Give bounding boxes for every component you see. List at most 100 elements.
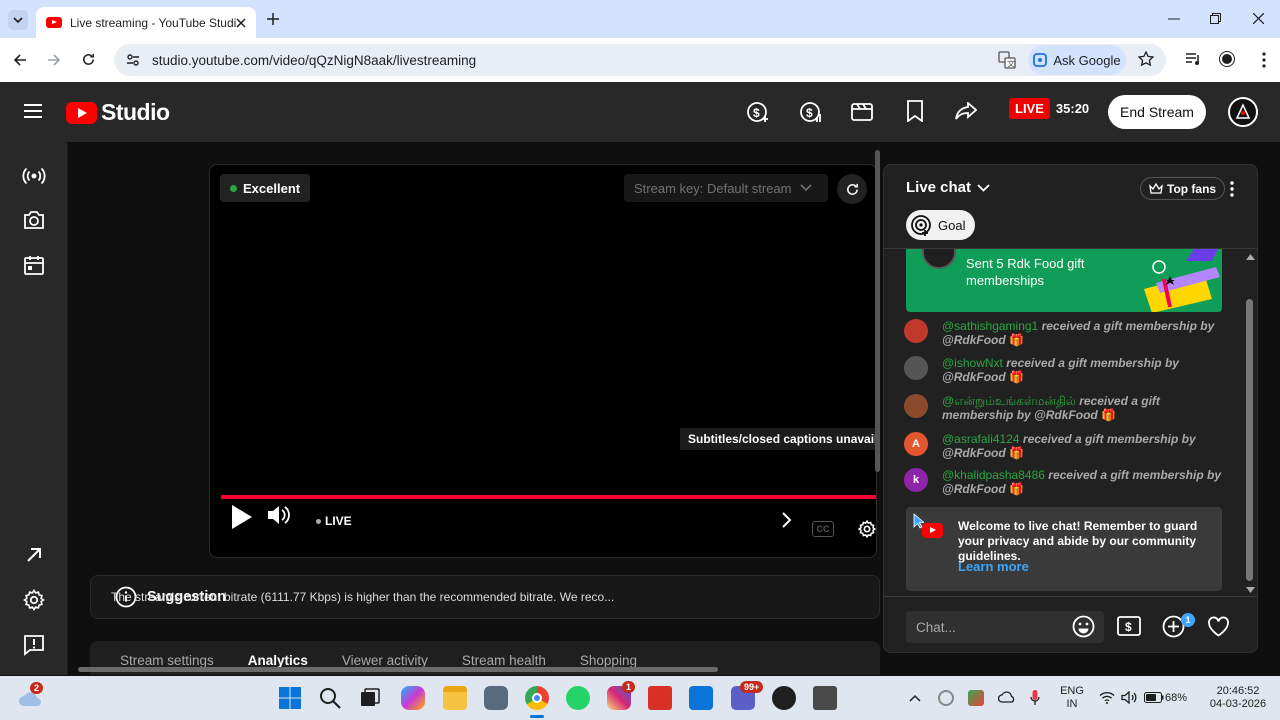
- battery-percent: 68%: [1165, 692, 1188, 704]
- chat-gifter-name[interactable]: @RdkFood: [942, 482, 1006, 496]
- battery-icon[interactable]: [1144, 692, 1164, 703]
- stream-key-select[interactable]: Stream key: Default stream: [624, 174, 828, 202]
- chrome-icon[interactable]: [525, 686, 549, 710]
- chat-scrollbar[interactable]: [1246, 299, 1253, 581]
- learn-more-link[interactable]: Learn more: [958, 559, 1029, 574]
- chat-user-avatar[interactable]: [904, 394, 928, 418]
- top-fans-button[interactable]: Top fans: [1140, 177, 1226, 200]
- live-broadcast-icon[interactable]: [22, 164, 46, 188]
- emoji-icon[interactable]: [1072, 615, 1095, 638]
- chat-user-avatar[interactable]: k: [904, 468, 928, 492]
- camera-icon[interactable]: [22, 208, 46, 232]
- calendar-icon[interactable]: [22, 253, 46, 277]
- task-view-icon[interactable]: [358, 686, 382, 710]
- share-icon[interactable]: [955, 102, 977, 120]
- bookmark-star-icon[interactable]: [1138, 51, 1154, 67]
- chat-username[interactable]: @asrafali4124: [942, 432, 1020, 446]
- main-scrollbar[interactable]: [875, 150, 880, 472]
- hamburger-menu-icon[interactable]: [24, 103, 44, 119]
- scroll-down-icon[interactable]: [1246, 587, 1255, 593]
- chat-gifter-name[interactable]: @RdkFood: [1034, 408, 1098, 422]
- stream-preview-player[interactable]: Excellent Stream key: Default stream Sub…: [209, 164, 877, 558]
- live-indicator[interactable]: LIVE: [316, 514, 352, 528]
- end-stream-button[interactable]: End Stream: [1108, 95, 1206, 129]
- chat-more-icon[interactable]: [1230, 181, 1234, 197]
- chat-gifter-name[interactable]: @RdkFood: [942, 370, 1006, 384]
- whatsapp-icon[interactable]: [566, 686, 590, 710]
- microphone-icon[interactable]: [1030, 689, 1040, 707]
- add-money-icon[interactable]: $: [746, 100, 770, 124]
- new-tab-icon[interactable]: [266, 12, 280, 26]
- maximize-icon[interactable]: [1210, 13, 1221, 24]
- chat-username[interactable]: @khalidpasha8486: [942, 468, 1045, 482]
- minimize-icon[interactable]: [1168, 18, 1180, 20]
- external-link-icon[interactable]: [22, 543, 46, 567]
- super-chat-icon[interactable]: $: [1117, 616, 1141, 636]
- scroll-up-icon[interactable]: [1246, 254, 1255, 260]
- settings-gear-icon[interactable]: [22, 588, 46, 612]
- show-hidden-icons[interactable]: [909, 694, 921, 702]
- bookmark-icon[interactable]: [906, 100, 924, 122]
- chat-message[interactable]: A @asrafali4124 received a gift membershi…: [904, 432, 1224, 460]
- player-settings-icon[interactable]: [857, 519, 877, 539]
- tab-list-dropdown-icon[interactable]: [8, 10, 28, 30]
- media-app-icon[interactable]: [772, 686, 796, 710]
- reload-icon[interactable]: [81, 52, 96, 67]
- horizontal-scrollbar[interactable]: [78, 667, 718, 672]
- chat-user-avatar[interactable]: A: [904, 432, 928, 456]
- search-icon[interactable]: [318, 686, 342, 710]
- copilot-icon[interactable]: [401, 686, 425, 710]
- chat-message[interactable]: @ishowNxt received a gift membership by …: [904, 356, 1224, 384]
- close-tab-icon[interactable]: [236, 17, 246, 28]
- chat-user-avatar[interactable]: [904, 356, 928, 380]
- photos-app-icon[interactable]: [813, 686, 837, 710]
- ask-google-button[interactable]: Ask Google: [1028, 45, 1126, 75]
- channel-avatar[interactable]: [1228, 97, 1258, 127]
- media-controls-icon[interactable]: [1185, 52, 1201, 66]
- chat-message[interactable]: @sathishgaming1 received a gift membersh…: [904, 319, 1224, 347]
- studio-header: Studio $ $ LIVE 35:20 End Stream: [0, 82, 1280, 142]
- camera-app-icon[interactable]: [484, 686, 508, 710]
- tray-app-icon[interactable]: [938, 690, 954, 706]
- site-info-icon[interactable]: [126, 53, 140, 67]
- profile-avatar-icon[interactable]: [1220, 52, 1234, 66]
- file-explorer-icon[interactable]: [443, 686, 467, 710]
- chat-username[interactable]: @sathishgaming1: [942, 319, 1038, 333]
- chat-message[interactable]: k @khalidpasha8486 received a gift member…: [904, 468, 1224, 496]
- mail-icon[interactable]: [648, 686, 672, 710]
- chat-user-avatar[interactable]: [904, 319, 928, 343]
- refresh-button[interactable]: [837, 174, 867, 204]
- close-window-icon[interactable]: [1253, 13, 1264, 24]
- heart-icon[interactable]: [1207, 616, 1230, 637]
- tray-color-icon[interactable]: [968, 690, 984, 706]
- chevron-right-icon[interactable]: [781, 512, 793, 528]
- chat-username[interactable]: @என்றும்உங்கள்மன்தில்: [942, 394, 1076, 408]
- speaker-icon[interactable]: [1121, 691, 1137, 704]
- volume-icon[interactable]: [267, 504, 291, 526]
- feedback-icon[interactable]: [22, 633, 46, 657]
- studio-logo[interactable]: Studio: [66, 99, 170, 126]
- forward-icon[interactable]: [47, 53, 61, 67]
- windows-start-icon[interactable]: [278, 686, 302, 710]
- chat-message[interactable]: @என்றும்உங்கள்மன்தில் received a gift me…: [904, 394, 1224, 422]
- goal-chip[interactable]: Goal: [906, 210, 976, 240]
- live-badge: LIVE: [1009, 98, 1050, 119]
- closed-captions-button[interactable]: CC: [812, 521, 834, 537]
- translate-icon[interactable]: 文: [998, 51, 1016, 69]
- store-icon[interactable]: [689, 686, 713, 710]
- onedrive-icon[interactable]: [998, 691, 1016, 703]
- clock[interactable]: 20:46:52 04-03-2026: [1206, 685, 1270, 711]
- clapperboard-icon[interactable]: [851, 101, 873, 121]
- progress-bar[interactable]: [221, 495, 876, 499]
- browser-menu-icon[interactable]: [1262, 52, 1266, 68]
- play-icon[interactable]: [230, 504, 254, 530]
- live-chat-mode-select[interactable]: Live chat: [906, 179, 990, 196]
- language-indicator[interactable]: ENG IN: [1058, 685, 1086, 711]
- super-chat-stats-icon[interactable]: $: [799, 100, 823, 124]
- wifi-icon[interactable]: [1099, 691, 1115, 704]
- browser-tab-active[interactable]: Live streaming - YouTube Studio: [36, 7, 256, 38]
- chat-gifter-name[interactable]: @RdkFood: [942, 446, 1006, 460]
- chat-gifter-name[interactable]: @RdkFood: [942, 333, 1006, 347]
- chat-username[interactable]: @ishowNxt: [942, 356, 1003, 370]
- back-icon[interactable]: [13, 53, 27, 67]
